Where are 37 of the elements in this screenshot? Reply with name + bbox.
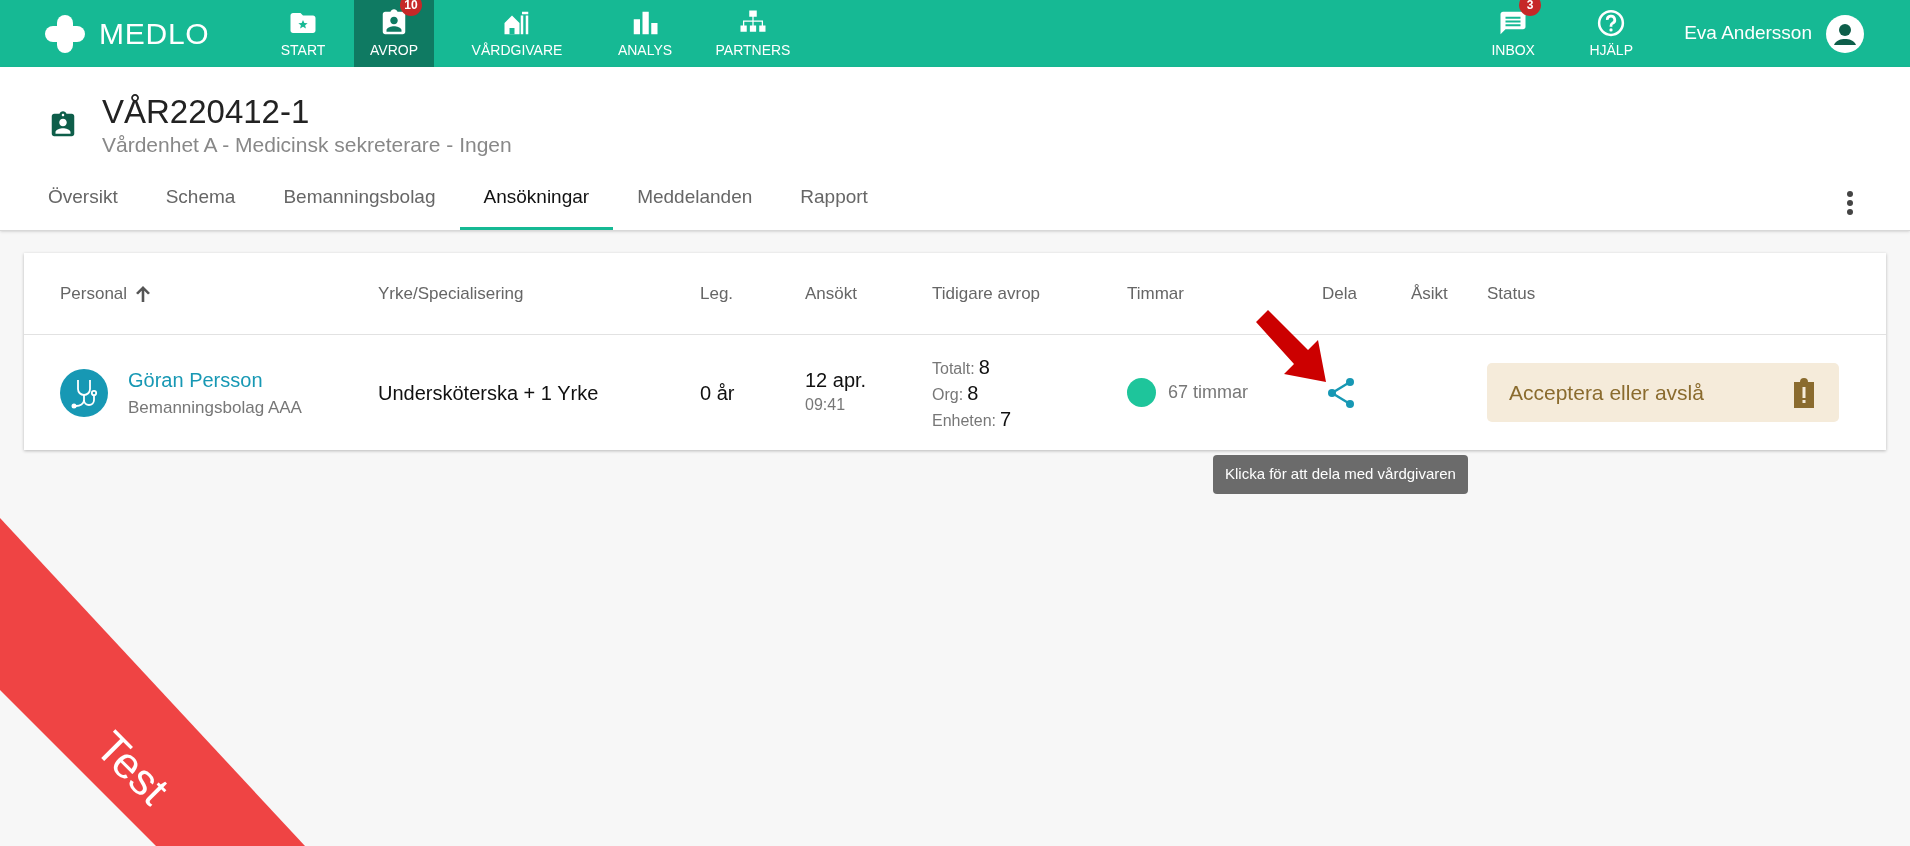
nav-item[interactable]: INBOX 3 [1464,0,1563,67]
nav-item[interactable]: AVROP 10 [354,0,434,67]
tab[interactable]: Schema [141,178,260,230]
column-header[interactable]: Ansökt [805,280,857,307]
table-cell: 0 år [700,381,735,404]
notification-badge: 10 [400,0,422,16]
count-value: 7 [1000,406,1012,432]
count-label: Enheten: [932,410,997,431]
tab[interactable]: Ansökningar [459,178,614,230]
table-cell: Undersköterska + 1 Yrke [378,381,599,404]
page-title: VÅR220412-1 [102,92,311,132]
person-name-link[interactable]: Göran Persson [128,364,302,395]
column-header[interactable]: Status [1487,280,1536,307]
count-value: 8 [978,354,990,380]
tab[interactable]: Rapport [776,178,892,230]
count-value: 8 [967,380,979,406]
column-header[interactable]: Timmar [1127,280,1184,307]
count-label: Totalt: [932,358,975,379]
column-header[interactable]: Leg. [700,280,734,307]
column-header[interactable]: Personal [60,280,128,307]
hours-text: 67 timmar [1168,381,1248,404]
page-subtitle: Vårdenhet A - Medicinsk sekreterare - Ingen [102,132,512,159]
column-header[interactable]: Yrke/Specialisering [378,280,524,307]
column-header[interactable]: Tidigare avrop [932,280,1041,307]
tooltip: Klicka för att dela med vårdgivaren [1213,455,1468,494]
column-header[interactable]: Åsikt [1411,280,1448,307]
tab[interactable]: Översikt [24,178,142,230]
date-text: 12 apr. [805,368,868,393]
count-label: Org: [932,384,964,405]
company-name: Bemanningsbolag AAA [128,396,302,419]
status-button[interactable]: Acceptera eller avslå [1487,363,1839,422]
tab[interactable]: Meddelanden [613,178,777,230]
column-header[interactable]: Dela [1322,280,1357,307]
tab[interactable]: Bemanningsbolag [259,178,460,230]
notification-badge: 3 [1519,0,1542,16]
time-text: 09:41 [805,395,847,415]
app-name: MEDLO [99,16,210,52]
